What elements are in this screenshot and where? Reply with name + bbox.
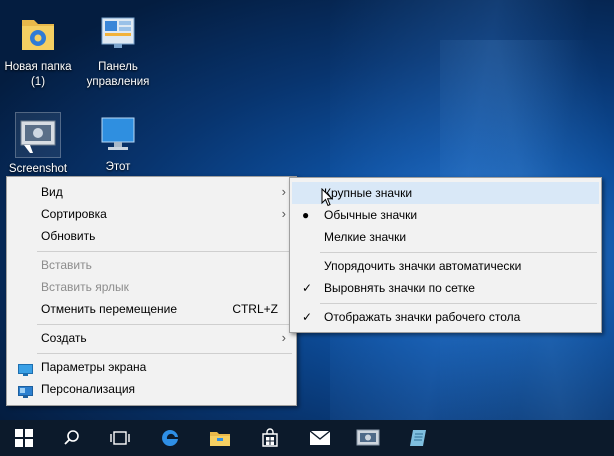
task-view-button[interactable] <box>96 420 144 456</box>
menu-item-personalization[interactable]: Персонализация <box>9 378 294 400</box>
menu-item-refresh[interactable]: Обновить <box>9 225 294 247</box>
view-submenu: Крупные значки ● Обычные значки Мелкие з… <box>289 177 602 333</box>
store-button[interactable] <box>246 420 294 456</box>
folder-icon <box>210 432 230 446</box>
edge-icon <box>162 429 178 446</box>
file-explorer-button[interactable] <box>196 420 244 456</box>
shortcut-text: CTRL+Z <box>232 302 278 316</box>
search-button[interactable] <box>48 420 96 456</box>
chevron-right-icon: › <box>281 206 286 221</box>
submenu-item-large-icons[interactable]: Крупные значки <box>292 182 599 204</box>
menu-item-display-settings[interactable]: Параметры экрана <box>9 356 294 378</box>
mail-button[interactable] <box>296 420 344 456</box>
submenu-item-show-desktop-icons[interactable]: ✓ Отображать значки рабочего стола <box>292 306 599 328</box>
mail-icon <box>309 430 331 445</box>
menu-separator <box>37 353 292 354</box>
search-icon <box>64 430 79 445</box>
desktop-icon-label: Screenshot <box>8 163 68 175</box>
display-settings-icon <box>18 361 33 376</box>
submenu-item-auto-arrange[interactable]: Упорядочить значки автоматически <box>292 255 599 277</box>
chevron-right-icon: › <box>281 184 286 199</box>
desktop-icon-label: Панель управления <box>86 61 150 88</box>
folder-icon <box>16 12 60 56</box>
screenshot-app-icon <box>356 429 380 446</box>
screenshot-app-icon <box>15 112 61 158</box>
notes-app-button[interactable] <box>394 420 442 456</box>
submenu-item-medium-icons[interactable]: ● Обычные значки <box>292 204 599 226</box>
submenu-item-small-icons[interactable]: Мелкие значки <box>292 226 599 248</box>
menu-separator <box>37 251 292 252</box>
start-button[interactable] <box>0 420 48 456</box>
desktop-icon-label: Новая папка (1) <box>4 61 72 88</box>
checkmark-icon: ✓ <box>302 310 313 324</box>
chevron-right-icon: › <box>281 330 286 345</box>
mouse-pointer-icon <box>321 187 334 212</box>
menu-separator <box>320 303 597 304</box>
store-icon <box>262 428 278 447</box>
personalization-icon <box>18 383 33 398</box>
checkmark-icon: ✓ <box>302 281 313 295</box>
menu-separator <box>320 252 597 253</box>
computer-icon <box>96 112 140 156</box>
desktop-icon-this-pc[interactable]: Этот <box>80 112 156 175</box>
menu-item-paste[interactable]: Вставить <box>9 254 294 276</box>
desktop-context-menu: Вид › Сортировка › Обновить Вставить Вст… <box>6 176 297 406</box>
desktop-icon-control-panel[interactable]: Панель управления <box>80 12 156 90</box>
edge-browser-button[interactable] <box>146 420 194 456</box>
menu-item-paste-shortcut[interactable]: Вставить ярлык <box>9 276 294 298</box>
menu-item-undo-move[interactable]: Отменить перемещение CTRL+Z <box>9 298 294 320</box>
radio-bullet-icon: ● <box>302 208 310 222</box>
notes-icon <box>410 430 426 446</box>
menu-item-view[interactable]: Вид › <box>9 181 294 203</box>
submenu-item-align-to-grid[interactable]: ✓ Выровнять значки по сетке <box>292 277 599 299</box>
screenshot-app-button[interactable] <box>344 420 392 456</box>
task-view-icon <box>110 431 130 445</box>
control-panel-icon <box>96 12 140 56</box>
windows-logo-icon <box>15 429 33 447</box>
menu-separator <box>37 324 292 325</box>
menu-item-sort[interactable]: Сортировка › <box>9 203 294 225</box>
desktop-icon-new-folder[interactable]: Новая папка (1) <box>0 12 76 90</box>
desktop-icon-label: Этот <box>105 161 131 173</box>
menu-item-create[interactable]: Создать › <box>9 327 294 349</box>
desktop-icon-screenshot[interactable]: Screenshot <box>0 112 76 177</box>
taskbar <box>0 420 614 456</box>
